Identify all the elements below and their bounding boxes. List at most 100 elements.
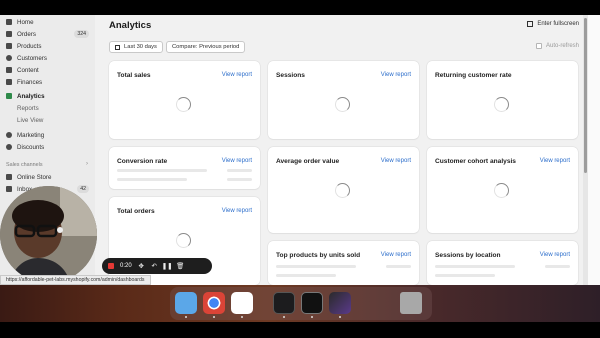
downloads-stack-icon[interactable] — [369, 292, 391, 314]
trash-bin-icon[interactable] — [400, 292, 422, 314]
letterbox-bar — [0, 322, 600, 338]
compare-period-button[interactable]: Compare: Previous period — [166, 41, 246, 53]
card-top-products-by-units-sold: Top products by units sold View report — [268, 241, 419, 285]
content-icon — [6, 67, 12, 73]
chevron-right-icon[interactable]: › — [86, 161, 88, 167]
sidebar-item-label: Orders — [17, 30, 36, 38]
skeleton-line — [435, 274, 495, 277]
skeleton-line — [117, 169, 207, 172]
card-title: Total sales — [117, 72, 151, 79]
card-sessions: Sessions View report — [268, 61, 419, 139]
auto-refresh-toggle[interactable]: Auto-refresh — [535, 43, 579, 49]
compare-period-label: Compare: Previous period — [172, 44, 240, 50]
slack-icon[interactable] — [231, 292, 253, 314]
loading-spinner-icon — [176, 233, 191, 248]
screen-recording-frame: Home Orders 324 Products Customers Conte… — [0, 0, 600, 338]
webcam-bubble — [0, 186, 97, 283]
card-title: Average order value — [276, 158, 340, 165]
calendar-icon — [115, 44, 120, 50]
running-indicator — [339, 316, 341, 318]
page-title: Analytics — [109, 20, 152, 31]
card-returning-customer-rate: Returning customer rate — [427, 61, 578, 139]
auto-refresh-checkbox[interactable] — [535, 43, 542, 49]
enter-fullscreen-button[interactable]: Enter fullscreen — [527, 21, 579, 27]
final-cut-pro-icon[interactable] — [329, 292, 351, 314]
sales-channels-heading: Sales channels — [6, 162, 43, 168]
orders-count-badge: 324 — [74, 30, 89, 38]
card-conversion-rate: Conversion rate View report — [109, 147, 260, 189]
card-average-order-value: Average order value View report — [268, 147, 419, 233]
store-icon — [6, 174, 12, 180]
sidebar-item-orders[interactable]: Orders 324 — [0, 28, 95, 40]
sidebar-item-content[interactable]: Content — [0, 64, 95, 76]
stop-recording-icon[interactable] — [108, 263, 114, 269]
link-status-url: https://affordable-pet-labs.myshopify.co… — [0, 275, 151, 285]
sidebar-item-reports[interactable]: Reports — [0, 102, 95, 114]
sidebar-item-label: Online Store — [17, 173, 52, 181]
home-icon — [6, 19, 12, 25]
trash-icon[interactable]: 🗑 — [176, 263, 184, 270]
sidebar-item-label: Marketing — [17, 131, 45, 139]
sidebar-item-products[interactable]: Products — [0, 40, 95, 52]
scrollbar-thumb[interactable] — [584, 18, 587, 173]
loading-spinner-icon — [176, 97, 191, 112]
loading-spinner-icon — [494, 97, 509, 112]
skeleton-line — [276, 265, 356, 268]
card-title: Sessions by location — [435, 252, 501, 259]
view-report-link[interactable]: View report — [540, 252, 570, 258]
view-report-link[interactable]: View report — [381, 252, 411, 258]
skeleton-line — [227, 178, 252, 181]
sidebar-item-discounts[interactable]: Discounts — [0, 141, 95, 153]
sidebar-item-customers[interactable]: Customers — [0, 52, 95, 64]
card-title: Customer cohort analysis — [435, 158, 516, 165]
enter-fullscreen-label: Enter fullscreen — [537, 21, 579, 27]
target-icon — [6, 132, 12, 138]
sidebar-item-marketing[interactable]: Marketing — [0, 129, 95, 141]
chrome-icon[interactable] — [203, 292, 225, 314]
date-range-label: Last 30 days — [124, 44, 157, 50]
sidebar-item-analytics[interactable]: Analytics — [0, 90, 95, 102]
person-icon — [6, 55, 12, 61]
view-report-link[interactable]: View report — [222, 208, 252, 214]
recording-toolbar: 0:20 ✥ ↶ ❚❚ 🗑 — [102, 258, 212, 274]
sidebar-item-label: Customers — [17, 54, 47, 62]
running-indicator — [283, 316, 285, 318]
sidebar-item-live-view[interactable]: Live View — [0, 114, 95, 126]
view-report-link[interactable]: View report — [222, 158, 252, 164]
sidebar-item-finances[interactable]: Finances — [0, 76, 95, 88]
view-report-link[interactable]: View report — [381, 158, 411, 164]
card-title: Conversion rate — [117, 158, 168, 165]
finder-icon[interactable] — [175, 292, 197, 314]
inbox-count-badge: 42 — [77, 185, 89, 193]
proton-vpn-icon[interactable] — [273, 292, 295, 314]
fullscreen-icon — [527, 21, 534, 27]
dock — [170, 287, 432, 320]
sidebar-item-label: Home — [17, 18, 34, 26]
auto-refresh-label: Auto-refresh — [545, 43, 579, 49]
view-report-link[interactable]: View report — [222, 72, 252, 78]
skeleton-line — [227, 169, 252, 172]
inbox-icon — [6, 186, 12, 192]
skeleton-line — [545, 265, 570, 268]
move-handle-icon[interactable]: ✥ — [138, 263, 145, 270]
skeleton-line — [435, 265, 515, 268]
tag-icon — [6, 43, 12, 49]
dock-background — [0, 285, 600, 322]
running-indicator — [311, 316, 313, 318]
sidebar-item-home[interactable]: Home — [0, 16, 95, 28]
view-report-link[interactable]: View report — [381, 72, 411, 78]
sidebar-item-label: Products — [17, 42, 42, 50]
sidebar-item-label: Discounts — [17, 143, 45, 151]
recording-timer: 0:20 — [120, 263, 132, 269]
pause-icon[interactable]: ❚❚ — [162, 263, 173, 270]
skeleton-line — [276, 274, 336, 277]
view-report-link[interactable]: View report — [540, 158, 570, 164]
restart-icon[interactable]: ↶ — [151, 263, 158, 270]
sidebar-item-label: Finances — [17, 78, 43, 86]
loading-spinner-icon — [494, 183, 509, 198]
terminal-icon[interactable] — [301, 292, 323, 314]
date-range-button[interactable]: Last 30 days — [109, 41, 163, 53]
card-total-sales: Total sales View report — [109, 61, 260, 139]
card-sessions-by-location: Sessions by location View report — [427, 241, 578, 285]
sidebar-item-online-store[interactable]: Online Store — [0, 171, 95, 183]
